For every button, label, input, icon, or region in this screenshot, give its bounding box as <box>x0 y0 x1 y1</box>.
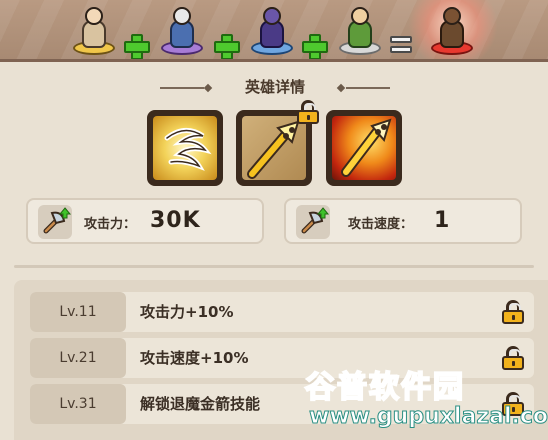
flaming-arrow-icon <box>247 120 300 179</box>
skill-lock-icon <box>297 100 319 124</box>
tornado-king-hero-icon[interactable] <box>68 3 120 57</box>
upgrade-level: Lv.11 <box>30 292 126 332</box>
fire-arrow-burst-icon <box>341 118 392 177</box>
attack-value: 30K <box>150 208 201 233</box>
upgrade-desc: 攻击速度+10% <box>140 349 249 367</box>
hero-recipe-bar <box>0 0 548 62</box>
site-watermark: 谷普软件园 www.gupuxlazal.com <box>304 360 548 440</box>
section-divider <box>14 265 534 268</box>
upgrade-level: Lv.31 <box>30 384 126 424</box>
upgrade-row[interactable]: Lv.11 攻击力+10% <box>30 292 534 332</box>
dark-mage-hero-icon[interactable] <box>246 3 298 57</box>
title-divider-right <box>346 87 390 89</box>
watermark-title: 谷普软件园 <box>304 369 465 406</box>
plus-icon <box>214 34 240 59</box>
attack-up-icon <box>38 205 72 239</box>
title-divider-left <box>160 87 204 89</box>
dwarf-gunner-hero-icon[interactable] <box>156 3 208 57</box>
plus-icon <box>124 34 150 59</box>
lock-icon <box>502 300 524 324</box>
attack-stat-box: 攻击力： 30K <box>26 198 264 244</box>
elf-archer-hero-icon[interactable] <box>334 3 386 57</box>
whirlwind-slash-icon <box>164 128 212 171</box>
section-title: 英雄详情 <box>244 78 305 96</box>
speed-stat-box: 攻击速度： 1 <box>284 198 522 244</box>
plus-icon <box>302 34 328 59</box>
watermark-url: www.gupuxlazal.com <box>309 404 548 430</box>
speed-up-icon <box>296 205 330 239</box>
combined-hero-icon[interactable] <box>426 3 478 57</box>
skill-card-whirlwind[interactable] <box>147 110 223 186</box>
speed-label: 攻击速度： <box>348 217 414 232</box>
speed-value: 1 <box>434 208 451 233</box>
upgrade-level: Lv.21 <box>30 338 126 378</box>
equals-icon <box>390 36 412 54</box>
attack-label: 攻击力： <box>84 217 137 232</box>
skill-card-fire-arrow[interactable] <box>326 110 402 186</box>
upgrade-desc: 解锁退魔金箭技能 <box>140 395 261 413</box>
upgrade-desc: 攻击力+10% <box>140 303 234 321</box>
